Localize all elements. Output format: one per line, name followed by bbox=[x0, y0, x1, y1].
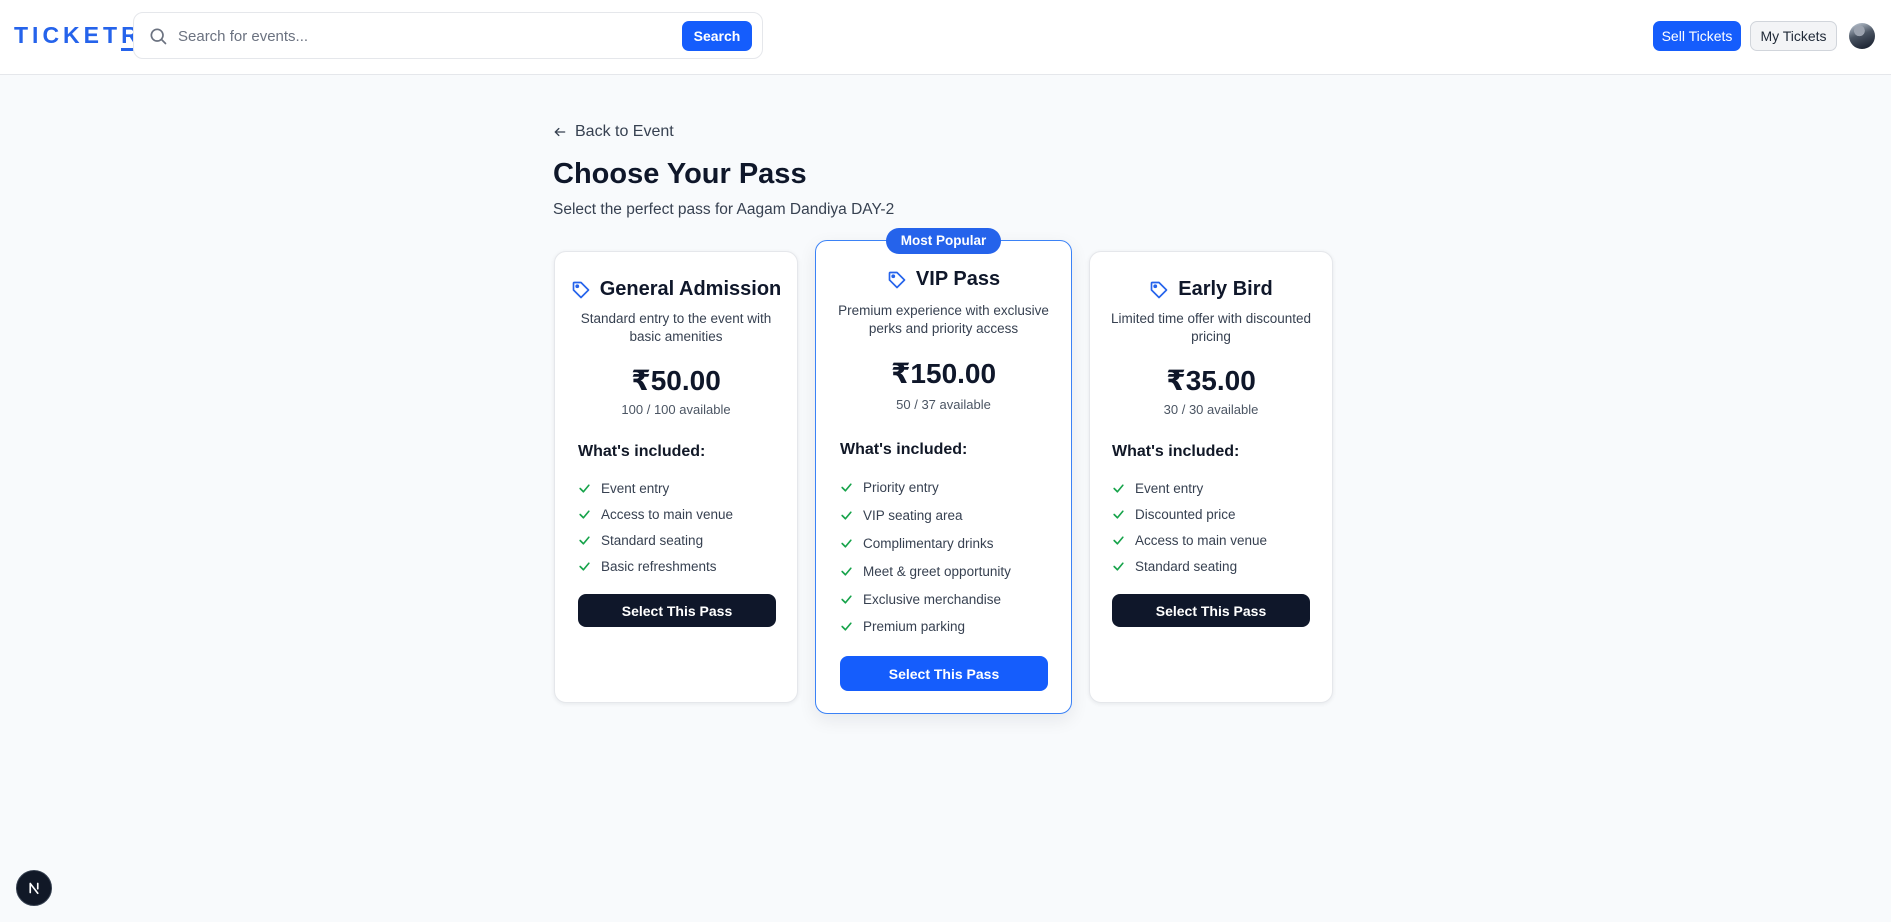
pass-name: VIP Pass bbox=[915, 268, 1001, 290]
check-icon bbox=[841, 483, 852, 492]
feature-item: Discounted price bbox=[1112, 501, 1267, 527]
check-icon bbox=[1113, 561, 1124, 571]
feature-item: Event entry bbox=[578, 475, 733, 501]
next-logo-icon[interactable] bbox=[16, 870, 52, 906]
pass-name: Early Bird bbox=[1178, 278, 1273, 300]
pass-title-row: VIP Pass bbox=[816, 268, 1071, 291]
included-title: What's included: bbox=[578, 443, 706, 460]
check-icon bbox=[1113, 535, 1124, 545]
pass-title-row: Early Bird bbox=[1090, 278, 1332, 301]
search-icon bbox=[150, 28, 167, 45]
check-icon bbox=[1113, 483, 1124, 493]
pass-title-row: General Admission bbox=[555, 278, 797, 301]
feature-item: Standard seating bbox=[578, 527, 733, 553]
pass-card-vip: VIP Pass Premium experience with exclusi… bbox=[815, 240, 1072, 714]
arrow-left-icon bbox=[554, 127, 566, 137]
feature-item: Exclusive merchandise bbox=[840, 585, 1011, 613]
page-title: Choose Your Pass bbox=[553, 158, 807, 190]
search-input[interactable] bbox=[178, 21, 598, 51]
pass-name: General Admission bbox=[599, 278, 782, 300]
feature-item: Access to main venue bbox=[578, 501, 733, 527]
pass-description: Standard entry to the event with basic a… bbox=[580, 311, 772, 344]
check-icon bbox=[841, 595, 852, 604]
feature-item: Meet & greet opportunity bbox=[840, 557, 1011, 585]
feature-item: Standard seating bbox=[1112, 553, 1267, 579]
feature-item: Event entry bbox=[1112, 475, 1267, 501]
page-subtitle: Select the perfect pass for Aagam Dandiy… bbox=[553, 201, 895, 218]
feature-item: Access to main venue bbox=[1112, 527, 1267, 553]
check-icon bbox=[841, 567, 852, 576]
ticketr-logo[interactable]: TICKETR bbox=[14, 22, 142, 51]
back-label: Back to Event bbox=[575, 123, 674, 140]
pass-price: ₹50.00 bbox=[631, 365, 721, 396]
select-pass-button[interactable]: Select This Pass bbox=[840, 656, 1048, 691]
sell-tickets-button[interactable]: Sell Tickets bbox=[1653, 21, 1741, 51]
check-icon bbox=[841, 511, 852, 520]
pass-description: Limited time offer with discounted prici… bbox=[1110, 311, 1312, 344]
check-icon bbox=[579, 561, 590, 571]
feature-item: Premium parking bbox=[840, 613, 1011, 641]
feature-list: Priority entry VIP seating area Complime… bbox=[840, 474, 1011, 641]
feature-item: Complimentary drinks bbox=[840, 530, 1011, 558]
pass-price: ₹150.00 bbox=[890, 358, 997, 389]
most-popular-badge: Most Popular bbox=[886, 228, 1001, 254]
my-tickets-button[interactable]: My Tickets bbox=[1750, 21, 1837, 51]
avatar[interactable] bbox=[1849, 23, 1875, 49]
select-pass-button[interactable]: Select This Pass bbox=[1112, 594, 1310, 627]
tag-icon bbox=[1150, 281, 1168, 298]
search-button[interactable]: Search bbox=[682, 21, 752, 51]
check-icon bbox=[1113, 509, 1124, 519]
pass-availability: 100 / 100 available bbox=[621, 402, 731, 417]
pass-availability: 30 / 30 available bbox=[1163, 402, 1259, 417]
feature-list: Event entry Discounted price Access to m… bbox=[1112, 475, 1267, 579]
back-to-event-link[interactable]: Back to Event bbox=[553, 121, 674, 143]
check-icon bbox=[841, 539, 852, 548]
select-pass-button[interactable]: Select This Pass bbox=[578, 594, 776, 627]
check-icon bbox=[841, 622, 852, 631]
pass-availability: 50 / 37 available bbox=[896, 397, 991, 412]
top-header: TICKETR Search Sell Tickets My Tickets bbox=[0, 0, 1891, 75]
check-icon bbox=[579, 509, 590, 519]
included-title: What's included: bbox=[840, 441, 968, 458]
included-title: What's included: bbox=[1112, 443, 1240, 460]
check-icon bbox=[579, 535, 590, 545]
pass-description: Premium experience with exclusive perks … bbox=[838, 303, 1049, 336]
feature-item: Basic refreshments bbox=[578, 553, 733, 579]
tag-icon bbox=[888, 271, 906, 288]
check-icon bbox=[579, 483, 590, 493]
pass-card-general-admission: General Admission Standard entry to the … bbox=[554, 251, 798, 703]
feature-item: Priority entry bbox=[840, 474, 1011, 502]
pass-card-early-bird: Early Bird Limited time offer with disco… bbox=[1089, 251, 1333, 703]
feature-list: Event entry Access to main venue Standar… bbox=[578, 475, 733, 579]
search-bar: Search bbox=[133, 12, 763, 59]
feature-item: VIP seating area bbox=[840, 502, 1011, 530]
tag-icon bbox=[572, 281, 590, 298]
pass-price: ₹35.00 bbox=[1166, 365, 1256, 396]
